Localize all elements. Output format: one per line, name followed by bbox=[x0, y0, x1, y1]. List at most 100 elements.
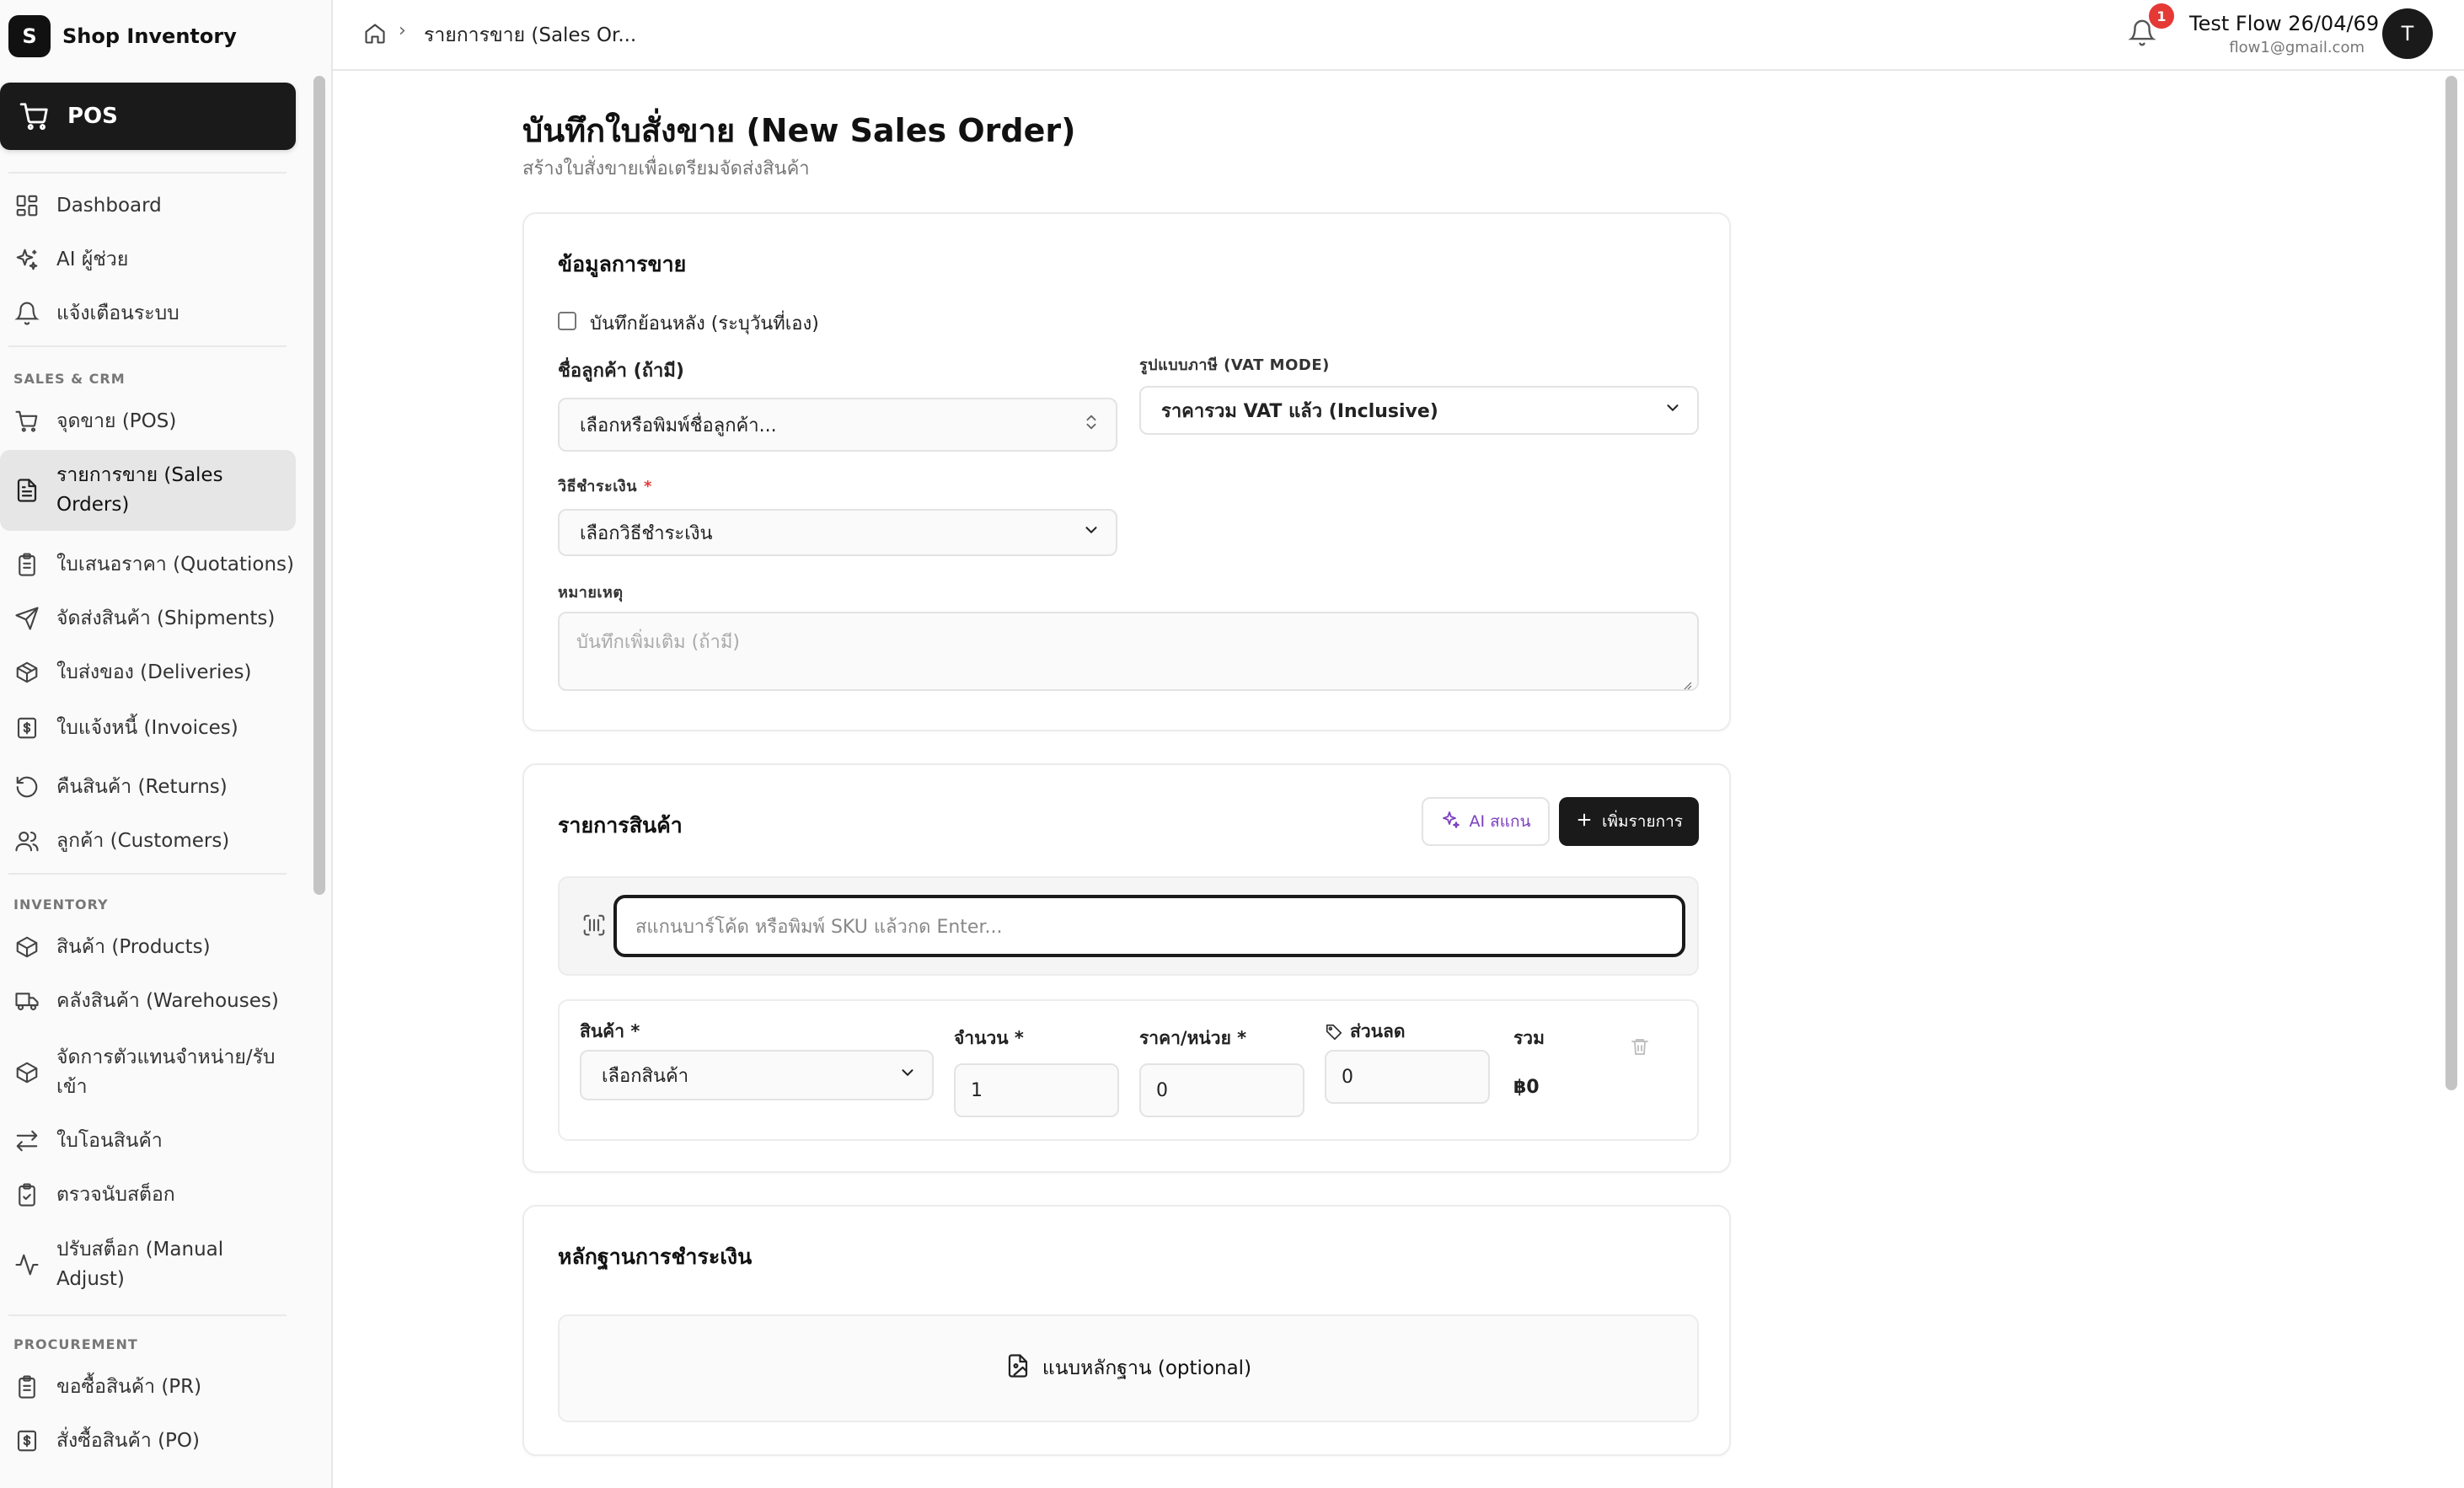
top-header: › รายการขาย (Sales Or... 1 Test Flow 26/… bbox=[333, 0, 2464, 71]
sidebar-item-quotations[interactable]: ใบเสนอราคา (Quotations) bbox=[0, 548, 296, 581]
brand-name: Shop Inventory bbox=[62, 24, 237, 48]
chevron-down-icon bbox=[1082, 521, 1101, 544]
unit-price-label: ราคา/หน่วย * bbox=[1139, 1028, 1247, 1048]
sidebar-item-label: ใบโอนสินค้า bbox=[56, 1129, 163, 1152]
sidebar-divider bbox=[8, 172, 287, 174]
discount-value: 0 bbox=[1342, 1066, 1353, 1088]
cart-icon bbox=[19, 103, 48, 131]
add-item-button[interactable]: เพิ่มรายการ bbox=[1559, 797, 1699, 846]
sidebar-item-sales-orders[interactable]: รายการขาย (Sales Orders) bbox=[0, 450, 296, 531]
barcode-input[interactable]: สแกนบาร์โค้ด หรือพิมพ์ SKU แล้วกด Enter.… bbox=[613, 895, 1685, 957]
sidebar-item-pos[interactable]: จุดขาย (POS) bbox=[0, 404, 296, 438]
sidebar-item-label: คลังสินค้า (Warehouses) bbox=[56, 989, 279, 1012]
sidebar-item-label: ใบเสนอราคา (Quotations) bbox=[56, 553, 294, 575]
customer-placeholder: เลือกหรือพิมพ์ชื่อลูกค้า... bbox=[580, 415, 777, 436]
avatar[interactable]: T bbox=[2382, 8, 2433, 59]
sidebar-item-dealers[interactable]: จัดการตัวแทนจำหน่าย/รับเข้า bbox=[0, 1035, 296, 1111]
product-select[interactable]: เลือกสินค้า bbox=[580, 1050, 934, 1100]
payment-method-label: วิธีชำระเงิน * bbox=[558, 474, 652, 498]
quantity-label: จำนวน * bbox=[954, 1028, 1024, 1048]
required-marker: * bbox=[644, 478, 652, 495]
breadcrumb-current[interactable]: รายการขาย (Sales Or... bbox=[424, 20, 636, 51]
box-icon bbox=[13, 934, 40, 961]
sidebar-item-dashboard[interactable]: Dashboard bbox=[0, 189, 296, 222]
sidebar-item-label: จุดขาย (POS) bbox=[56, 409, 177, 432]
unit-price-value: 0 bbox=[1156, 1079, 1168, 1101]
unit-price-input[interactable]: 0 bbox=[1139, 1063, 1304, 1117]
upload-proof-dropzone[interactable]: แนบหลักฐาน (optional) bbox=[558, 1314, 1699, 1422]
ai-scan-button[interactable]: AI สแกน bbox=[1422, 797, 1550, 846]
sidebar-item-products[interactable]: สินค้า (Products) bbox=[0, 930, 296, 964]
cart-icon bbox=[13, 408, 40, 435]
note-placeholder: บันทึกเพิ่มเติม (ถ้ามี) bbox=[576, 632, 740, 653]
items-card: รายการสินค้า AI สแกน เพิ่มรายการ สแกนบาร… bbox=[522, 763, 1731, 1173]
resize-handle-icon[interactable] bbox=[1682, 674, 1692, 690]
sidebar-item-returns[interactable]: คืนสินค้า (Returns) bbox=[0, 770, 296, 804]
customer-combobox[interactable]: เลือกหรือพิมพ์ชื่อลูกค้า... bbox=[558, 398, 1117, 452]
main-scrollbar[interactable] bbox=[2445, 76, 2457, 1090]
sidebar-item-warehouses[interactable]: คลังสินค้า (Warehouses) bbox=[0, 984, 296, 1018]
sidebar-item-label: ปรับสต็อก (Manual Adjust) bbox=[56, 1239, 224, 1290]
payment-method-placeholder: เลือกวิธีชำระเงิน bbox=[580, 522, 713, 544]
plus-icon bbox=[1575, 811, 1594, 833]
item-row: สินค้า * เลือกสินค้า จำนวน * 1 ราคา/หน่ว… bbox=[558, 999, 1699, 1141]
discount-input[interactable]: 0 bbox=[1325, 1050, 1490, 1104]
sidebar-item-manual-adjust[interactable]: ปรับสต็อก (Manual Adjust) bbox=[0, 1227, 296, 1303]
vat-mode-label: รูปแบบภาษี (VAT MODE) bbox=[1139, 356, 1330, 374]
bell-icon bbox=[13, 300, 40, 327]
tag-icon bbox=[1325, 1023, 1343, 1041]
barcode-scan-box: สแกนบาร์โค้ด หรือพิมพ์ SKU แล้วกด Enter.… bbox=[558, 876, 1699, 976]
rotate-icon bbox=[13, 773, 40, 800]
package-icon bbox=[13, 659, 40, 686]
barcode-scan-icon bbox=[581, 913, 607, 941]
clipboard-icon bbox=[13, 1373, 40, 1400]
dashboard-icon bbox=[13, 192, 40, 219]
payment-proof-title: หลักฐานการชำระเงิน bbox=[558, 1244, 753, 1269]
note-label: หมายเหตุ bbox=[558, 584, 624, 602]
file-image-icon bbox=[1005, 1353, 1031, 1384]
sidebar-item-ai-assistant[interactable]: AI ผู้ช่วย bbox=[0, 243, 296, 276]
sidebar-item-stock-count[interactable]: ตรวจนับสต็อก bbox=[0, 1178, 296, 1212]
sidebar-item-purchase-order[interactable]: สั่งซื้อสินค้า (PO) bbox=[0, 1424, 296, 1458]
sidebar-item-deliveries[interactable]: ใบส่งของ (Deliveries) bbox=[0, 656, 296, 689]
sidebar-divider bbox=[8, 873, 287, 875]
quantity-input[interactable]: 1 bbox=[954, 1063, 1119, 1117]
quantity-value: 1 bbox=[971, 1079, 983, 1101]
user-email: flow1@gmail.com bbox=[2229, 39, 2365, 56]
sidebar-item-purchase-request[interactable]: ขอซื้อสินค้า (PR) bbox=[0, 1370, 296, 1404]
sidebar-item-notifications[interactable]: แจ้งเตือนระบบ bbox=[0, 297, 296, 330]
sidebar-item-label: ขอซื้อสินค้า (PR) bbox=[56, 1375, 202, 1398]
pos-button[interactable]: POS bbox=[0, 83, 296, 150]
customer-label: ชื่อลูกค้า (ถ้ามี) bbox=[558, 361, 684, 382]
sidebar-item-customers[interactable]: ลูกค้า (Customers) bbox=[0, 824, 296, 858]
brand[interactable]: S Shop Inventory bbox=[8, 10, 237, 62]
sidebar-divider bbox=[8, 1314, 287, 1316]
section-label-procurement: PROCUREMENT bbox=[13, 1336, 138, 1352]
trash-icon[interactable] bbox=[1630, 1036, 1650, 1060]
sidebar-item-label: ใบแจ้งหนี้ (Invoices) bbox=[56, 716, 238, 739]
backdate-checkbox[interactable] bbox=[558, 312, 576, 330]
vat-mode-select[interactable]: ราคารวม VAT แล้ว (Inclusive) bbox=[1139, 386, 1699, 435]
sidebar-item-label: แจ้งเตือนระบบ bbox=[56, 302, 179, 324]
section-label-inventory: INVENTORY bbox=[13, 897, 109, 913]
sidebar-item-label: Dashboard bbox=[56, 194, 162, 217]
section-label-sales: SALES & CRM bbox=[13, 371, 126, 387]
sidebar-item-invoices[interactable]: ใบแจ้งหนี้ (Invoices) bbox=[0, 711, 296, 745]
home-icon[interactable] bbox=[363, 22, 387, 49]
send-icon bbox=[13, 605, 40, 632]
page-title: บันทึกใบสั่งขาย (New Sales Order) bbox=[522, 112, 1076, 149]
note-textarea[interactable]: บันทึกเพิ่มเติม (ถ้ามี) bbox=[558, 612, 1699, 691]
payment-method-select[interactable]: เลือกวิธีชำระเงิน bbox=[558, 509, 1117, 556]
sidebar-scrollbar[interactable] bbox=[313, 76, 325, 895]
sales-info-card: ข้อมูลการขาย บันทึกย้อนหลัง (ระบุวันที่เ… bbox=[522, 212, 1731, 731]
sidebar-item-label: ตรวจนับสต็อก bbox=[56, 1183, 175, 1206]
sidebar-item-label: ใบส่งของ (Deliveries) bbox=[56, 661, 252, 683]
sidebar-item-label: จัดการตัวแทนจำหน่าย/รับเข้า bbox=[56, 1046, 276, 1098]
sidebar-item-label: คืนสินค้า (Returns) bbox=[56, 775, 228, 798]
sidebar-item-label: ลูกค้า (Customers) bbox=[56, 829, 230, 852]
sidebar-item-label: AI ผู้ช่วย bbox=[56, 248, 129, 270]
sidebar-item-transfers[interactable]: ใบโอนสินค้า bbox=[0, 1124, 296, 1158]
discount-label: ส่วนลด bbox=[1325, 1018, 1405, 1046]
box-icon bbox=[13, 1059, 40, 1086]
sidebar-item-shipments[interactable]: จัดส่งสินค้า (Shipments) bbox=[0, 602, 296, 635]
